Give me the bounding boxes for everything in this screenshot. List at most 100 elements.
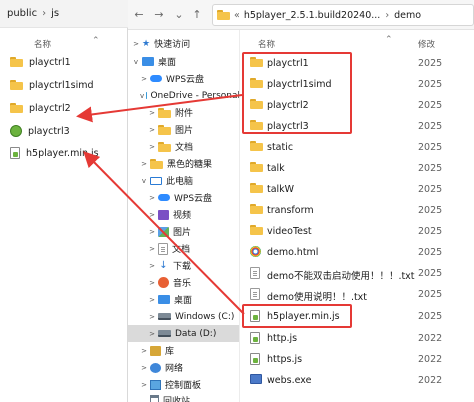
file-row[interactable]: https.js 2022 (240, 349, 474, 370)
file-row[interactable]: http.js 2022 (240, 328, 474, 349)
left-file-name: playctrl3 (28, 125, 70, 137)
js-file-icon (250, 353, 260, 365)
chevron-right-icon[interactable]: > (140, 347, 148, 355)
file-row[interactable]: videoTest 2025 (240, 221, 474, 242)
chevron-right-icon[interactable]: > (140, 381, 148, 389)
chevron-right-icon[interactable]: > (148, 143, 156, 151)
video-icon (158, 209, 169, 220)
chevron-right-icon[interactable]: > (140, 364, 148, 372)
file-row[interactable]: transform 2025 (240, 200, 474, 221)
chevron-left-icon[interactable]: « (234, 10, 240, 21)
up-arrow-icon[interactable]: ↑ (190, 8, 204, 22)
nav-item-documents-pc[interactable]: > 文档 (128, 240, 239, 257)
nav-item-libraries[interactable]: > 库 (128, 342, 239, 359)
file-date: 2025 (418, 289, 443, 300)
chevron-right-icon[interactable]: > (148, 262, 156, 270)
nav-item-control-panel[interactable]: > 控制面板 (128, 376, 239, 393)
left-file-row[interactable]: playctrl1simd (10, 75, 94, 95)
column-header-modified[interactable]: 修改 (418, 38, 435, 50)
chevron-right-icon[interactable]: > (148, 313, 156, 321)
nav-item-videos[interactable]: > 视频 (128, 206, 239, 223)
chevron-right-icon[interactable]: > (148, 126, 156, 134)
nav-item-pictures-pc[interactable]: > 图片 (128, 223, 239, 240)
download-icon: ↓ (159, 259, 168, 271)
chevron-right-icon[interactable]: > (140, 75, 148, 83)
nav-item-recycle-bin[interactable]: 回收站 (128, 392, 239, 402)
nav-item-windows-c[interactable]: > Windows (C:) (128, 308, 239, 325)
left-file-row[interactable]: playctrl3 (10, 121, 70, 141)
forward-arrow-icon[interactable]: → (152, 8, 166, 22)
nav-item-data-d[interactable]: > Data (D:) (128, 325, 239, 342)
left-explorer-window: public › js 名称 ⌃ playctrl1 playctrl1simd… (0, 0, 128, 402)
nav-item-desktop[interactable]: v 桌面 (128, 53, 239, 70)
left-file-row[interactable]: playctrl1 (10, 52, 71, 72)
chevron-right-icon[interactable]: > (148, 211, 156, 219)
nav-item-label: Windows (C:) (175, 311, 235, 322)
nav-item-attachments[interactable]: > 附件 (128, 104, 239, 121)
chevron-right-icon[interactable]: > (148, 245, 156, 253)
exe-file-icon (250, 374, 262, 384)
nav-item-network[interactable]: > 网络 (128, 359, 239, 376)
file-row[interactable]: demo.html 2025 (240, 242, 474, 263)
file-row[interactable]: talk 2025 (240, 158, 474, 179)
nav-item-downloads[interactable]: > ↓ 下载 (128, 257, 239, 274)
chevron-right-icon[interactable]: > (140, 160, 148, 168)
folder-icon (250, 225, 263, 235)
address-crumb[interactable]: h5player_2.5.1.build20240... (244, 10, 381, 21)
file-date: 2025 (418, 121, 443, 132)
navigation-pane[interactable]: > ★ 快速访问 v 桌面 > WPS云盘 v OneDrive - Perso… (128, 30, 240, 402)
nav-item-onedrive[interactable]: v OneDrive - Personal (128, 87, 239, 104)
file-row[interactable]: demo使用说明！！.txt 2025 (240, 284, 474, 305)
desktop-icon (142, 57, 154, 66)
chevron-right-icon[interactable]: > (148, 109, 156, 117)
file-date: 2025 (418, 163, 443, 174)
file-row[interactable]: talkW 2025 (240, 179, 474, 200)
file-date: 2025 (418, 311, 443, 322)
chevron-right-icon[interactable]: > (148, 330, 156, 338)
nav-item-music[interactable]: > 音乐 (128, 274, 239, 291)
left-file-row[interactable]: h5player.min.js (10, 143, 99, 163)
breadcrumb-public[interactable]: public (7, 8, 37, 19)
nav-item-label: WPS云盘 (166, 75, 205, 85)
nav-item-label: 音乐 (173, 279, 192, 289)
chevron-right-icon[interactable]: > (148, 194, 156, 202)
chevron-right-icon: › (385, 9, 390, 21)
left-file-row[interactable]: playctrl2 (10, 98, 71, 118)
chevron-down-icon[interactable]: v (140, 92, 144, 100)
file-name: demo不能双击启动使用！！！.txt (267, 271, 415, 282)
chevron-up-icon[interactable]: ⌃ (92, 36, 100, 46)
file-row[interactable]: webs.exe 2022 (240, 370, 474, 391)
folder-icon (250, 162, 263, 172)
chevron-right-icon[interactable]: > (148, 228, 156, 236)
recent-dropdown-icon[interactable]: ⌄ (172, 8, 186, 22)
column-header-name[interactable]: 名称 (258, 38, 275, 50)
nav-item-label: 视频 (173, 211, 192, 221)
file-date: 2022 (418, 333, 443, 344)
nav-item-label: 文档 (175, 143, 194, 153)
nav-item-this-pc[interactable]: v 此电脑 (128, 172, 239, 189)
nav-item-documents[interactable]: > 文档 (128, 138, 239, 155)
left-breadcrumb[interactable]: public › js (0, 0, 128, 28)
address-bar[interactable]: « h5player_2.5.1.build20240... › demo (212, 4, 474, 26)
nav-item-black-candy[interactable]: > 黑色的糖果 (128, 155, 239, 172)
chevron-down-icon[interactable]: v (132, 58, 140, 66)
nav-item-label: WPS云盘 (174, 194, 213, 204)
left-column-header-name[interactable]: 名称 (34, 38, 51, 50)
breadcrumb-js[interactable]: js (51, 8, 59, 19)
chevron-right-icon[interactable]: > (148, 296, 156, 304)
nav-item-desktop-pc[interactable]: > 桌面 (128, 291, 239, 308)
folder-icon (10, 57, 23, 67)
nav-item-pictures[interactable]: > 图片 (128, 121, 239, 138)
chevron-down-icon[interactable]: v (140, 177, 148, 185)
file-row[interactable]: static 2025 (240, 137, 474, 158)
address-crumb[interactable]: demo (394, 10, 421, 21)
chevron-right-icon[interactable]: > (132, 40, 140, 48)
nav-item-wps-cloud-pc[interactable]: > WPS云盘 (128, 189, 239, 206)
file-row[interactable]: demo不能双击启动使用！！！.txt 2025 (240, 263, 474, 284)
nav-item-quick-access[interactable]: > ★ 快速访问 (128, 35, 239, 52)
back-arrow-icon[interactable]: ← (132, 8, 146, 22)
chevron-right-icon[interactable]: > (148, 279, 156, 287)
nav-item-wps-cloud[interactable]: > WPS云盘 (128, 70, 239, 87)
chevron-up-icon[interactable]: ⌃ (385, 35, 393, 45)
document-icon (158, 242, 168, 255)
